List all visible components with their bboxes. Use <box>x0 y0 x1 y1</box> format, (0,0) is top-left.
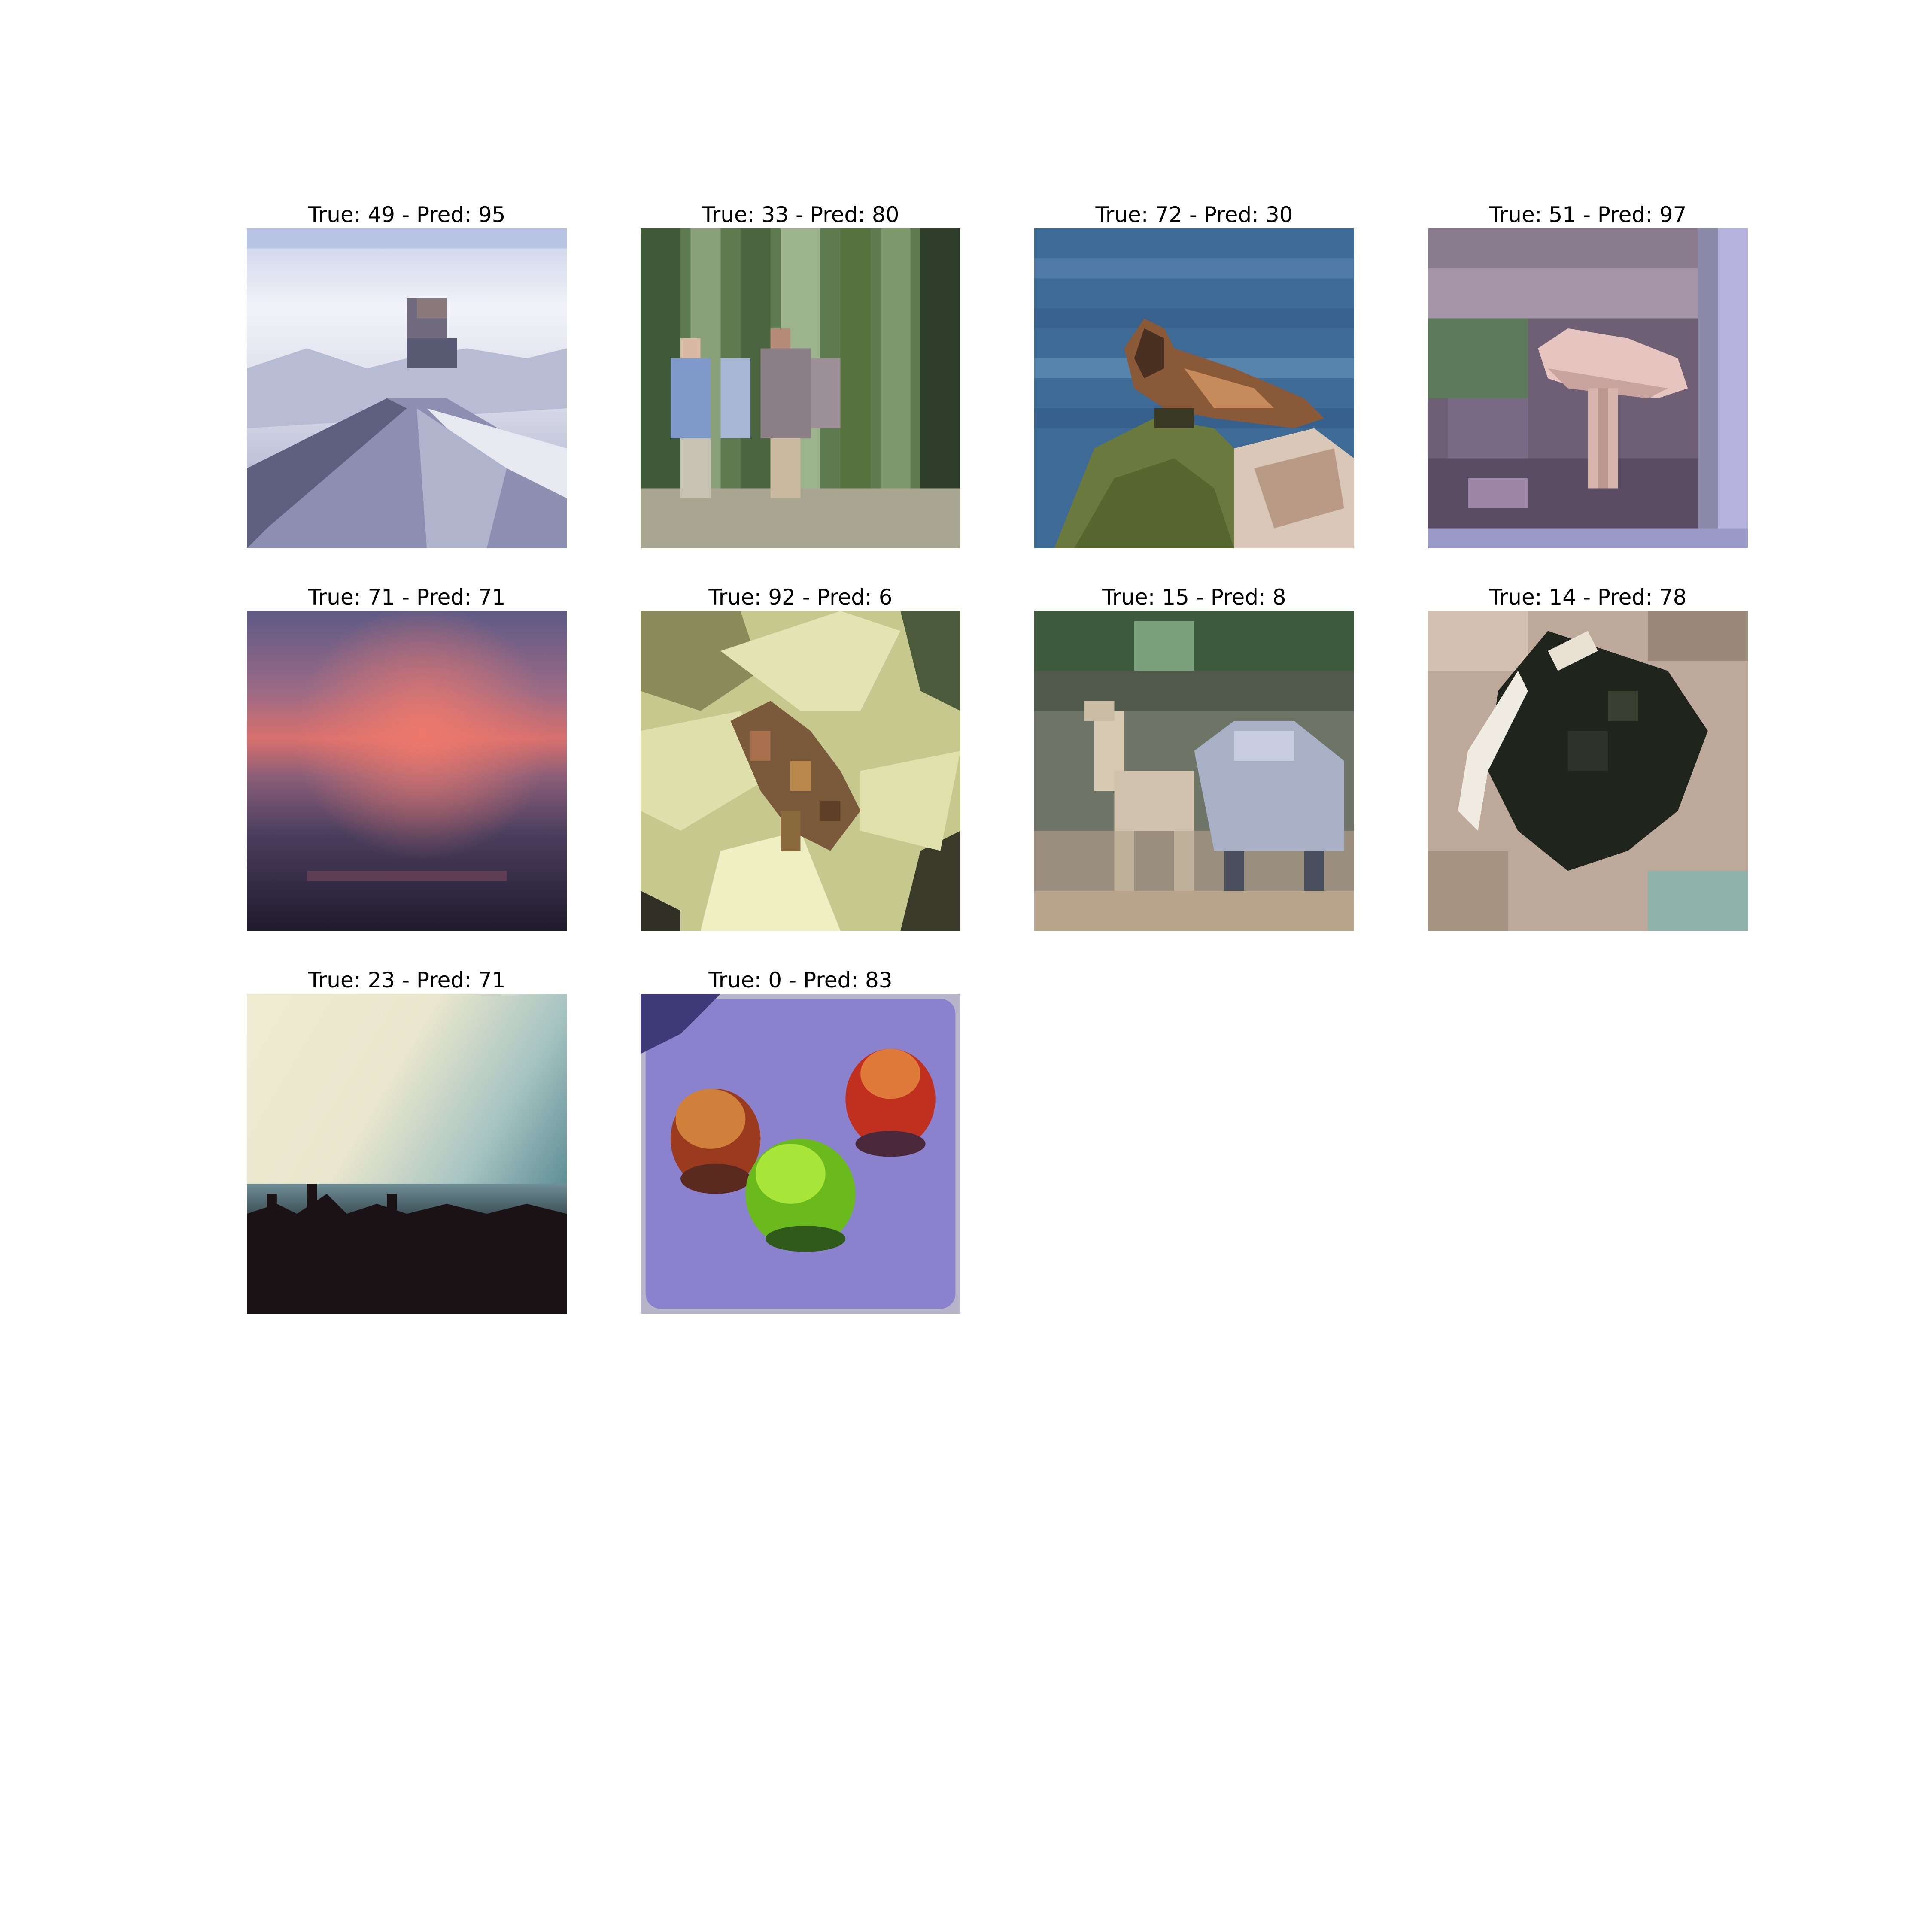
panel-6: True: 92 - Pred: 6 <box>641 585 960 931</box>
panel-title: True: 23 - Pred: 71 <box>308 968 506 993</box>
panel-1: True: 49 - Pred: 95 <box>247 202 567 548</box>
panel-4: True: 51 - Pred: 97 <box>1428 202 1748 548</box>
panel-10: True: 0 - Pred: 83 <box>641 968 960 1314</box>
panel-title: True: 71 - Pred: 71 <box>308 585 506 610</box>
panel-image-people-forest <box>641 228 960 548</box>
panel-title: True: 92 - Pred: 6 <box>708 585 893 610</box>
panel-2: True: 33 - Pred: 80 <box>641 202 960 548</box>
panel-7: True: 15 - Pred: 8 <box>1034 585 1354 931</box>
panel-title: True: 15 - Pred: 8 <box>1102 585 1286 610</box>
panel-image-apples <box>641 994 960 1314</box>
panel-title: True: 0 - Pred: 83 <box>708 968 893 993</box>
panel-title: True: 14 - Pred: 78 <box>1489 585 1687 610</box>
panel-image-mushroom <box>1428 228 1748 548</box>
panel-3: True: 72 - Pred: 30 <box>1034 202 1354 548</box>
panel-5: True: 71 - Pred: 71 <box>247 585 567 931</box>
panel-image-road-landscape <box>247 228 567 548</box>
panel-image-dark-creature <box>1428 611 1748 931</box>
panel-title: True: 33 - Pred: 80 <box>702 202 899 227</box>
panel-8: True: 14 - Pred: 78 <box>1428 585 1748 931</box>
panel-9: True: 23 - Pred: 71 <box>247 968 567 1314</box>
panel-title: True: 51 - Pred: 97 <box>1489 202 1687 227</box>
panel-title: True: 49 - Pred: 95 <box>308 202 506 227</box>
panel-image-camels <box>1034 611 1354 931</box>
panel-image-seal-on-rock <box>1034 228 1354 548</box>
panel-title: True: 72 - Pred: 30 <box>1095 202 1293 227</box>
panel-image-sunset-sea <box>247 611 567 931</box>
panel-image-lily-flower <box>641 611 960 931</box>
panel-image-cloudy-sky <box>247 994 567 1314</box>
prediction-grid-figure: True: 49 - Pred: 95 True: 33 - Pred: 80 … <box>0 0 1932 1932</box>
